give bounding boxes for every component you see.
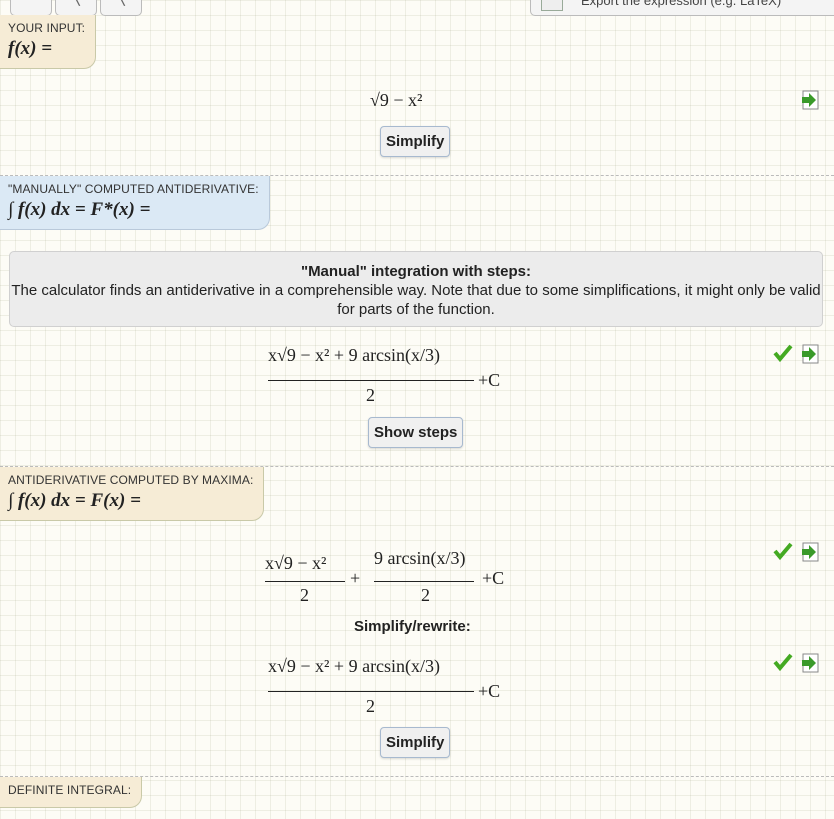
input-expression: √9 − x²: [370, 90, 422, 111]
maxima-label-tab: ANTIDERIVATIVE COMPUTED BY MAXIMA: ∫ f(x…: [0, 467, 265, 521]
export-icon[interactable]: [800, 90, 820, 110]
manual-result-numerator: x√9 − x² + 9 arcsin(x/3): [268, 345, 441, 365]
fraction-bar: [265, 581, 345, 582]
export-icon[interactable]: [800, 344, 820, 364]
pen-icon: ╲: [70, 0, 80, 7]
rewrite-numerator: x√9 − x² + 9 arcsin(x/3): [268, 656, 441, 676]
definite-label-tab: DEFINITE INTEGRAL:: [0, 777, 143, 808]
fraction-bar: [268, 380, 474, 381]
manual-formula: ∫ f(x) dx = F*(x) =: [8, 199, 151, 220]
definite-caption: DEFINITE INTEGRAL:: [8, 783, 132, 797]
check-icon[interactable]: [773, 653, 793, 671]
show-steps-button[interactable]: Show steps: [368, 417, 464, 448]
maxima-caption: ANTIDERIVATIVE COMPUTED BY MAXIMA:: [8, 473, 254, 487]
manual-label-tab: "MANUALLY" COMPUTED ANTIDERIVATIVE: ∫ f(…: [0, 176, 270, 230]
check-icon[interactable]: [773, 542, 793, 560]
rewrite-plus-c: +C: [478, 681, 501, 701]
fraction-bar: [268, 691, 474, 692]
manual-result-denominator: 2: [366, 385, 375, 405]
check-icon[interactable]: [773, 344, 793, 362]
maxima-term1-denominator: 2: [300, 585, 309, 605]
maxima-plus: +: [350, 568, 361, 588]
maxima-term1-numerator: x√9 − x²: [265, 553, 327, 573]
maxima-formula: ∫ f(x) dx = F(x) =: [8, 490, 141, 511]
fraction-bar: [374, 581, 474, 582]
rewrite-heading: Simplify/rewrite:: [354, 618, 471, 635]
toolbar-button-1[interactable]: ↶: [10, 0, 52, 16]
manual-info-box: "Manual" integration with steps: The cal…: [9, 251, 823, 327]
manual-caption: "MANUALLY" COMPUTED ANTIDERIVATIVE:: [8, 182, 259, 196]
export-label: Export the expression (e.g. LaTeX): [581, 0, 782, 8]
maxima-term2-numerator: 9 arcsin(x/3): [374, 548, 466, 568]
input-formula: f(x) =: [8, 38, 53, 59]
export-expression-button[interactable]: Export the expression (e.g. LaTeX): [530, 0, 834, 16]
export-icon: [541, 0, 563, 11]
export-icon[interactable]: [800, 542, 820, 562]
simplify-rewrite-button[interactable]: Simplify: [380, 727, 451, 758]
input-caption: YOUR INPUT:: [8, 21, 86, 35]
toolbar-button-3[interactable]: ╲: [100, 0, 142, 16]
simplify-input-button[interactable]: Simplify: [380, 126, 451, 157]
info-text: The calculator finds an antiderivative i…: [11, 282, 821, 318]
undo-icon: ↶: [25, 0, 38, 7]
input-expression-text: √9 − x²: [370, 90, 423, 110]
maxima-term2-denominator: 2: [421, 585, 430, 605]
toolbar-button-2[interactable]: ╲: [55, 0, 97, 16]
rewrite-denominator: 2: [366, 696, 375, 716]
export-icon[interactable]: [800, 653, 820, 673]
input-label-tab: YOUR INPUT: f(x) =: [0, 15, 97, 69]
maxima-plus-c: +C: [482, 568, 505, 588]
manual-plus-c: +C: [478, 370, 501, 390]
pen-icon: ╲: [115, 0, 125, 7]
info-title: "Manual" integration with steps:: [300, 263, 532, 280]
